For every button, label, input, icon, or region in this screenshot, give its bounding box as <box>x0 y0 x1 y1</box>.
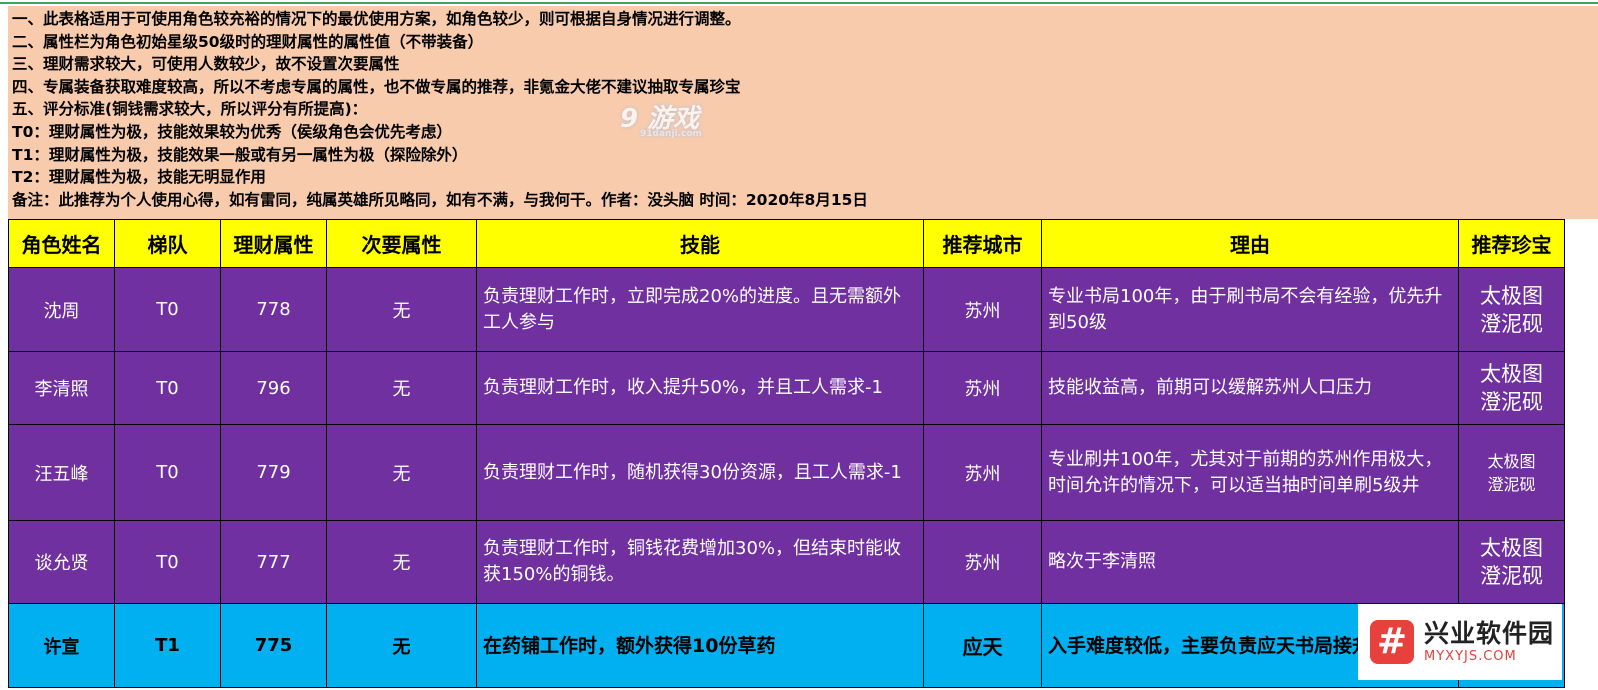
brand-watermark: # 兴业软件园 MYXYJS.COM <box>1358 604 1562 680</box>
cell-treasure[interactable]: 太极图 澄泥砚 <box>1458 351 1565 425</box>
header-reason[interactable]: 理由 <box>1041 219 1459 268</box>
treasure-1: 太极图 <box>1480 283 1543 308</box>
sheet-top-border <box>0 0 1598 4</box>
notes-panel: 一、此表格适用于可使用角色较充裕的情况下的最优使用方案，如角色较少，则可根据自身… <box>8 6 1598 219</box>
brand-url: MYXYJS.COM <box>1424 649 1517 664</box>
note-line-t2: T2：理财属性为极，技能无明显作用 <box>12 168 266 187</box>
header-skill[interactable]: 技能 <box>476 219 924 268</box>
cell-name[interactable]: 谈允贤 <box>8 520 115 604</box>
header-tier[interactable]: 梯队 <box>114 219 221 268</box>
cell-secondary[interactable]: 无 <box>326 267 477 352</box>
hash-icon: # <box>1370 620 1414 664</box>
cell-city[interactable]: 苏州 <box>923 351 1042 425</box>
note-line-remark: 备注：此推荐为个人使用心得，如有雷同，纯属英雄所见略同，如有不满，与我何干。作者… <box>12 190 868 209</box>
cell-tier[interactable]: T0 <box>114 351 221 425</box>
table-row: 许宣 T1 775 无 在药铺工作时，额外获得10份草药 应天 入手难度较低，主… <box>8 603 1565 688</box>
note-line-5: 五、评分标准(铜钱需求较大，所以评分有所提高)： <box>12 100 368 119</box>
cell-reason[interactable]: 技能收益高，前期可以缓解苏州人口压力 <box>1041 351 1459 425</box>
cell-name[interactable]: 李清照 <box>8 351 115 425</box>
cell-tier[interactable]: T0 <box>114 267 221 352</box>
treasure-1: 太极图 <box>1487 451 1536 471</box>
table-row: 谈允贤 T0 777 无 负责理财工作时，铜钱花费增加30%，但结束时能收获15… <box>8 520 1565 604</box>
cell-tier[interactable]: T0 <box>114 424 221 521</box>
cell-secondary[interactable]: 无 <box>326 424 477 521</box>
note-line-4: 四、专属装备获取难度较高，所以不考虑专属的属性，也不做专属的推荐，非氪金大佬不建… <box>12 77 741 96</box>
note-line-3: 三、理财需求较大，可使用人数较少，故不设置次要属性 <box>12 55 400 74</box>
cell-treasure[interactable]: 太极图 澄泥砚 <box>1458 267 1565 352</box>
header-name[interactable]: 角色姓名 <box>8 219 115 268</box>
note-line-2: 二、属性栏为角色初始星级50级时的理财属性的属性值（不带装备） <box>12 32 484 51</box>
cell-city[interactable]: 苏州 <box>923 267 1042 352</box>
cell-city[interactable]: 苏州 <box>923 520 1042 604</box>
cell-skill[interactable]: 在药铺工作时，额外获得10份草药 <box>476 603 924 688</box>
table-row: 沈周 T0 778 无 负责理财工作时，立即完成20%的进度。且无需额外工人参与… <box>8 267 1565 352</box>
brand-text: 兴业软件园 MYXYJS.COM <box>1424 619 1554 665</box>
header-city[interactable]: 推荐城市 <box>923 219 1042 268</box>
treasure-2: 澄泥砚 <box>1487 474 1536 494</box>
note-line-t0: T0：理财属性为极，技能效果较为优秀（侯级角色会优先考虑） <box>12 122 452 141</box>
header-secondary[interactable]: 次要属性 <box>326 219 477 268</box>
treasure-2: 澄泥砚 <box>1480 390 1543 414</box>
note-line-1: 一、此表格适用于可使用角色较充裕的情况下的最优使用方案，如角色较少，则可根据自身… <box>12 10 741 28</box>
cell-secondary[interactable]: 无 <box>326 351 477 425</box>
cell-finance[interactable]: 775 <box>220 603 327 688</box>
cell-reason[interactable]: 专业刷井100年，尤其对于前期的苏州作用极大，时间允许的情况下，可以适当抽时间单… <box>1041 424 1459 521</box>
cell-skill[interactable]: 负责理财工作时，收入提升50%，并且工人需求-1 <box>476 351 924 425</box>
cell-city[interactable]: 苏州 <box>923 424 1042 521</box>
table-row: 汪五峰 T0 779 无 负责理财工作时，随机获得30份资源，且工人需求-1 苏… <box>8 424 1565 521</box>
cell-treasure[interactable]: 太极图 澄泥砚 <box>1458 520 1565 604</box>
treasure-2: 澄泥砚 <box>1480 311 1543 336</box>
cell-city[interactable]: 应天 <box>923 603 1042 688</box>
cell-skill[interactable]: 负责理财工作时，随机获得30份资源，且工人需求-1 <box>476 424 924 521</box>
cell-finance[interactable]: 777 <box>220 520 327 604</box>
treasure-1: 太极图 <box>1480 362 1543 386</box>
cell-reason[interactable]: 专业书局100年，由于刷书局不会有经验，优先升到50级 <box>1041 267 1459 352</box>
cell-finance[interactable]: 796 <box>220 351 327 425</box>
watermark-url: 91danji.com <box>640 129 702 139</box>
header-treasure[interactable]: 推荐珍宝 <box>1458 219 1565 268</box>
brand-name: 兴业软件园 <box>1424 619 1555 648</box>
treasure-2: 澄泥砚 <box>1480 564 1543 588</box>
treasure-1: 太极图 <box>1480 536 1543 560</box>
character-table: 角色姓名 梯队 理财属性 次要属性 技能 推荐城市 理由 推荐珍宝 沈周 T0 … <box>8 219 1565 688</box>
cell-skill[interactable]: 负责理财工作时，立即完成20%的进度。且无需额外工人参与 <box>476 267 924 352</box>
table-row: 李清照 T0 796 无 负责理财工作时，收入提升50%，并且工人需求-1 苏州… <box>8 351 1565 425</box>
watermark-logo: 9 游戏 91danji.com <box>620 98 702 139</box>
cell-tier[interactable]: T1 <box>114 603 221 688</box>
cell-finance[interactable]: 779 <box>220 424 327 521</box>
cell-name[interactable]: 汪五峰 <box>8 424 115 521</box>
note-line-t1: T1：理财属性为极，技能效果一般或有另一属性为极（探险除外） <box>12 145 468 164</box>
cell-treasure[interactable]: 太极图 澄泥砚 <box>1458 424 1565 521</box>
cell-tier[interactable]: T0 <box>114 520 221 604</box>
table-header-row: 角色姓名 梯队 理财属性 次要属性 技能 推荐城市 理由 推荐珍宝 <box>8 219 1565 268</box>
cell-finance[interactable]: 778 <box>220 267 327 352</box>
cell-name[interactable]: 许宣 <box>8 603 115 688</box>
header-finance[interactable]: 理财属性 <box>220 219 327 268</box>
cell-secondary[interactable]: 无 <box>326 603 477 688</box>
cell-name[interactable]: 沈周 <box>8 267 115 352</box>
cell-skill[interactable]: 负责理财工作时，铜钱花费增加30%，但结束时能收获150%的铜钱。 <box>476 520 924 604</box>
cell-reason[interactable]: 略次于李清照 <box>1041 520 1459 604</box>
cell-secondary[interactable]: 无 <box>326 520 477 604</box>
